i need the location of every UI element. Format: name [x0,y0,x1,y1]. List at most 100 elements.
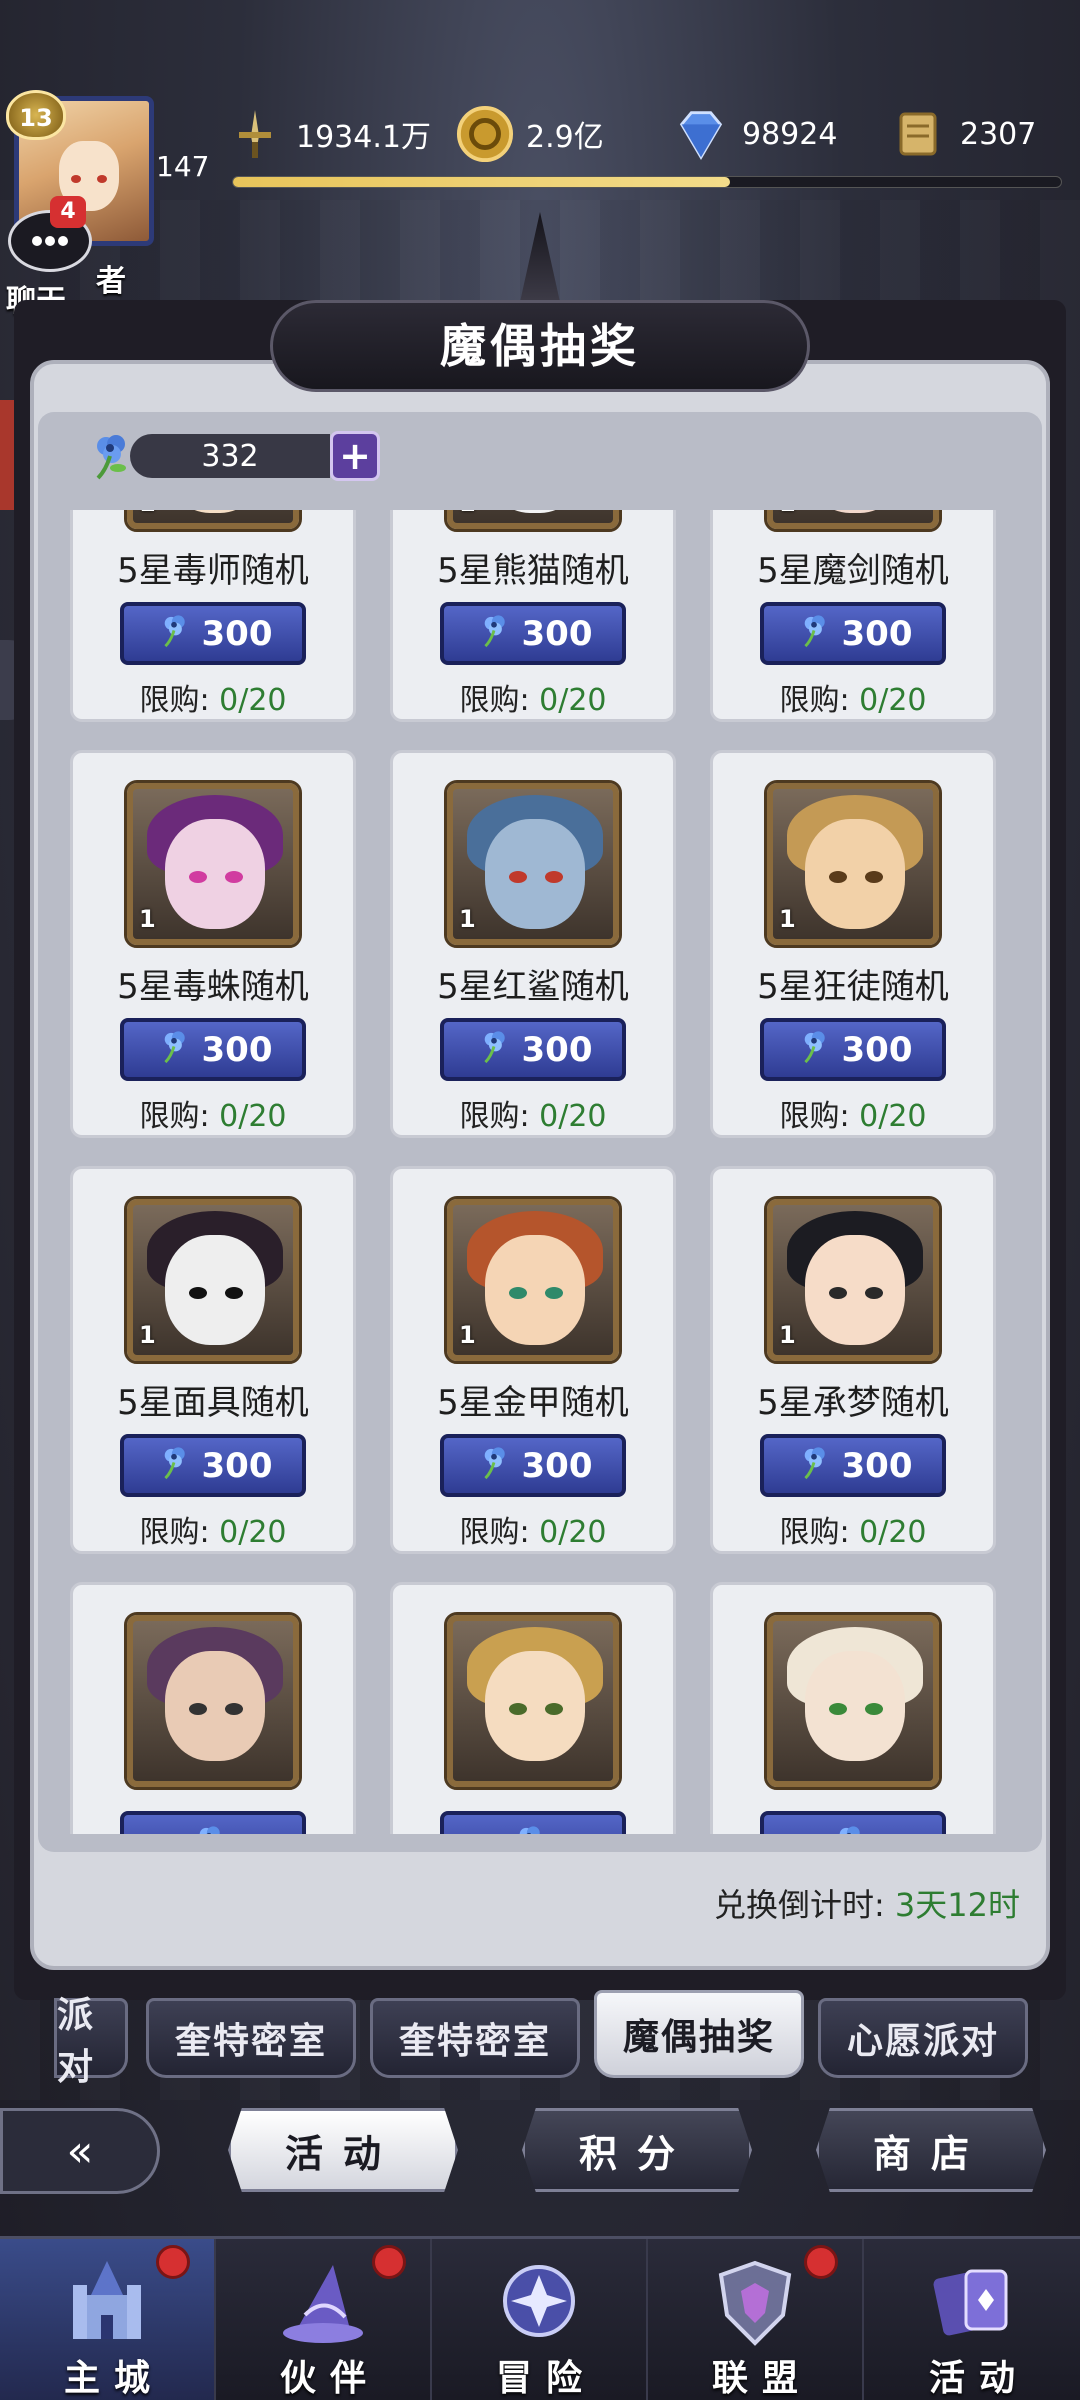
buy-button[interactable]: 300 [120,1434,306,1497]
blue-flower-icon [154,1025,194,1074]
price-value: 300 [201,1445,273,1486]
price-value: 300 [521,1029,593,1070]
hero-eye [225,871,243,883]
tab-wish-party[interactable]: 心愿派对 [818,1998,1028,2078]
sword-power-icon [226,105,284,163]
hero-face [165,510,265,513]
item-name: 5星熊猫随机 [437,551,629,592]
buy-button[interactable]: 300 [120,1018,306,1081]
hero-portrait: 1 [764,1195,942,1365]
subnav-points[interactable]: 积分 [522,2108,752,2192]
shop-item-card[interactable]: 1 5星毒蛛随机 300 限购: 0/20 [70,750,356,1138]
buy-button[interactable] [440,1811,626,1834]
hero-eye [189,1703,207,1715]
price-value: 300 [201,613,273,654]
blue-flower-icon [794,1025,834,1074]
hero-face [805,819,905,929]
subnav-label: 积分 [578,2131,695,2176]
resource-power[interactable]: 1934.1万 [226,108,431,160]
tab-quest-room-2[interactable]: 奎特密室 [370,1998,580,2078]
item-count: 1 [139,1321,156,1350]
buy-button[interactable]: 300 [120,602,306,665]
item-list[interactable]: 1 5星毒师随机 300 限购: 0/20 1 5星熊猫随机 300 限购: 0/20 1 5星魔… [70,510,1010,1834]
purchase-limit: 限购: 0/20 [139,1507,286,1551]
back-button[interactable]: « [0,2108,160,2194]
buy-button[interactable]: 300 [440,1018,626,1081]
chat-unread-badge: 4 [50,196,86,228]
blue-flower-icon [474,1025,514,1074]
buy-button[interactable]: 300 [760,602,946,665]
item-name: 5星毒师随机 [117,551,309,592]
nav-main-city[interactable]: 主城 [0,2239,216,2400]
item-count: 1 [459,510,476,517]
scroll-icon [890,105,948,163]
item-count: 1 [459,905,476,934]
shop-item-card[interactable]: 1 5星承梦随机 300 限购: 0/20 [710,1166,996,1554]
hero-eye [829,1287,847,1299]
blue-flower-icon [189,1820,229,1834]
shop-item-card[interactable]: 1 5星熊猫随机 300 限购: 0/20 [390,510,676,722]
blue-flower-icon [474,1441,514,1490]
exchange-countdown: 兑换倒计时: 3天12时 [714,1880,1020,1926]
chat-button[interactable]: 4 聊天 [6,196,98,319]
purchase-limit: 限购: 0/20 [459,675,606,719]
limit-label: 限购: [139,1515,210,1550]
tab-puppet-lottery[interactable]: 魔偶抽奖 [594,1990,804,2078]
hero-portrait [764,1612,942,1790]
nav-label: 主城 [63,2358,164,2399]
hero-eye [865,1703,883,1715]
nav-label: 冒险 [495,2358,596,2399]
notification-dot [804,2245,838,2279]
subnav-activity[interactable]: 活动 [228,2108,458,2192]
blue-flower-icon [154,1441,194,1490]
hero-portrait: 1 [124,779,302,949]
buy-button[interactable]: 300 [760,1434,946,1497]
hero-eye [545,1287,563,1299]
shop-item-card[interactable]: 1 5星魔剑随机 300 限购: 0/20 [710,510,996,722]
shop-item-card[interactable] [710,1582,996,1834]
purchase-limit: 限购: 0/20 [779,675,926,719]
hero-face [485,1235,585,1345]
shop-item-card[interactable] [390,1582,676,1834]
hero-portrait: 1 [444,779,622,949]
hero-portrait [444,1612,622,1790]
nav-adventure[interactable]: 冒险 [432,2239,648,2400]
resource-diamond[interactable]: 98924 [672,108,837,161]
limit-value: 0/20 [859,683,927,718]
buy-button[interactable] [760,1811,946,1834]
shop-item-card[interactable]: 1 5星面具随机 300 限购: 0/20 [70,1166,356,1554]
tab-label: 派对 [57,1995,96,2088]
avatar-title-fragment: 者 [96,264,126,299]
nav-label: 伙伴 [279,2358,380,2399]
shop-item-card[interactable]: 1 5星红鲨随机 300 限购: 0/20 [390,750,676,1138]
buy-button[interactable]: 300 [440,602,626,665]
shop-item-card[interactable] [70,1582,356,1834]
shop-item-card[interactable]: 1 5星金甲随机 300 限购: 0/20 [390,1166,676,1554]
nav-events[interactable]: 活动 [864,2239,1080,2400]
shop-item-card[interactable]: 1 5星毒师随机 300 限购: 0/20 [70,510,356,722]
hero-eye [545,871,563,883]
buy-button[interactable] [120,1811,306,1834]
nav-alliance[interactable]: 联盟 [648,2239,864,2400]
tab-party-partial[interactable]: 派对 [54,1995,128,2088]
tab-quest-room-1[interactable]: 奎特密室 [146,1998,356,2078]
sub-navigation: « 活动 积分 商店 [0,2098,1080,2198]
buy-button[interactable]: 300 [440,1434,626,1497]
purchase-limit: 限购: 0/20 [139,1091,286,1135]
limit-value: 0/20 [859,1099,927,1134]
event-tabs: 派对 奎特密室 奎特密室 魔偶抽奖 心愿派对 [0,1990,1080,2088]
countdown-label: 兑换倒计时: [713,1886,885,1924]
resource-gold[interactable]: 2.9亿 [456,105,604,163]
hero-eye [545,1703,563,1715]
buy-button[interactable]: 300 [760,1018,946,1081]
resource-scroll[interactable]: 2307 [890,108,1036,160]
hero-portrait: 1 [764,779,942,949]
add-currency-button[interactable]: + [330,431,380,481]
item-count: 1 [779,905,796,934]
subnav-shop[interactable]: 商店 [816,2108,1046,2192]
hero-face [485,510,585,513]
crystal-orb-icon [489,2253,589,2353]
shop-item-card[interactable]: 1 5星狂徒随机 300 限购: 0/20 [710,750,996,1138]
resource-gold-value: 2.9亿 [526,120,604,155]
nav-partners[interactable]: 伙伴 [216,2239,432,2400]
